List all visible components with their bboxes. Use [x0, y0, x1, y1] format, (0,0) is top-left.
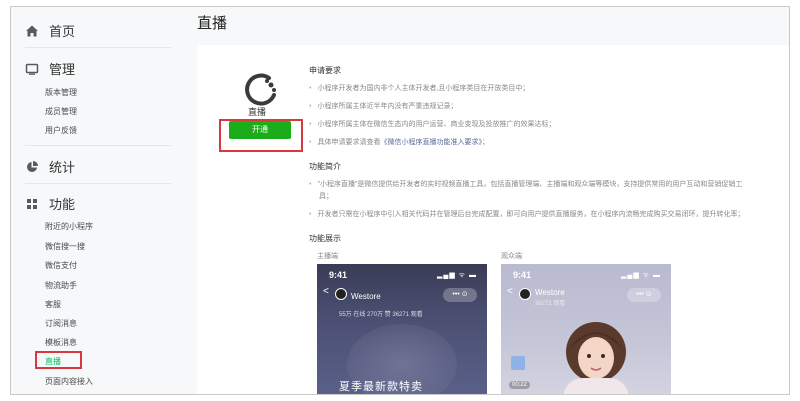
sidebar-item-home[interactable]: 首页 [25, 21, 75, 40]
requirement-item: • 具体申请要求请查看《微信小程序直播功能准入要求》； [309, 137, 489, 147]
sidebar-group-label: 管理 [49, 62, 76, 77]
status-time: 9:41 [513, 270, 532, 280]
viewer-screenshot: 9:41 ▂▄▆ ᯤ ▬ < Westore 36271 观看 ••• ⊙ 00… [501, 264, 671, 394]
bullet-icon: • [309, 85, 312, 92]
intro-item: • "小程序直播"是微信提供给开发者的实时视频直播工具，包括直播管理端、主播端和观… [309, 179, 742, 189]
requirement-item: • 小程序所属主体近半年内没有严重违规记录； [309, 101, 457, 111]
streamer-photo [563, 322, 629, 394]
back-icon: < [323, 286, 329, 297]
demo-heading: 功能展示 [309, 234, 341, 243]
sidebar: 首页 管理 版本管理 成员管理 用户反馈 统计 功能 附近的小程序 微信搜一搜 [11, 7, 181, 394]
requirement-text: ； [481, 139, 489, 146]
status-time: 9:41 [329, 270, 348, 280]
intro-heading: 功能简介 [309, 162, 341, 171]
divider [25, 183, 171, 184]
requirement-item: • 小程序所属主体在微信生态内的用户运营、商业变现及投放推广的效果达标； [309, 119, 555, 129]
sidebar-item-content[interactable]: 页面内容接入 [45, 376, 93, 387]
bullet-icon: • [309, 121, 312, 128]
status-icons: ▂▄▆ ᯤ ▬ [436, 272, 477, 279]
sidebar-item-search[interactable]: 微信搜一搜 [45, 241, 85, 252]
sidebar-group-label: 统计 [49, 160, 76, 175]
sidebar-group-manage[interactable]: 管理 [25, 59, 75, 78]
sidebar-group-stats[interactable]: 统计 [25, 157, 75, 176]
page-title: 直播 [197, 15, 228, 32]
requirements-link[interactable]: 《微信小程序直播功能准入要求》 [380, 139, 482, 146]
sidebar-item-logistics[interactable]: 物流助手 [45, 280, 77, 291]
requirement-text: 小程序所属主体近半年内没有严重违规记录； [317, 103, 458, 110]
requirement-text: 小程序开发者为国内非个人主体开发者,且小程序类目在开放类目中； [317, 85, 530, 92]
gift-timer: 00:22 [509, 381, 531, 389]
sidebar-group-label: 功能 [49, 197, 76, 212]
viewer-count: 36271 观看 [535, 301, 566, 307]
gift-icon [511, 356, 525, 370]
home-icon [25, 24, 39, 38]
bullet-icon: • [309, 139, 312, 146]
sidebar-item-service[interactable]: 客服 [45, 299, 61, 310]
sidebar-item-label: 首页 [49, 24, 76, 39]
anchor-name: Westore [535, 288, 565, 297]
sidebar-item-nearby[interactable]: 附近的小程序 [45, 221, 93, 232]
status-icons: ▂▄▆ ᯤ ▬ [620, 272, 661, 279]
sidebar-group-features[interactable]: 功能 [25, 194, 75, 213]
sidebar-item-template[interactable]: 模板消息 [45, 337, 77, 348]
sidebar-item-feedback[interactable]: 用户反馈 [45, 125, 77, 136]
bullet-icon: • [309, 181, 312, 188]
promo-banner: 夏季最新款特卖 [339, 381, 423, 393]
host-screenshot: 9:41 ▂▄▆ ᯤ ▬ < Westore ••• ⊙ 55万 在线 270万… [317, 264, 487, 394]
bullet-icon: • [309, 211, 312, 218]
requirement-item: • 小程序开发者为国内非个人主体开发者,且小程序类目在开放类目中； [309, 83, 529, 93]
avatar [335, 288, 347, 300]
sidebar-item-version[interactable]: 版本管理 [45, 87, 77, 98]
plugin-panel: 直播 开通 申请要求 • 小程序开发者为国内非个人主体开发者,且小程序类目在开放类… [197, 45, 789, 394]
requirement-text: 具体申请要求请查看 [317, 139, 381, 146]
plugin-name: 直播 [247, 107, 266, 117]
capsule-menu: ••• ⊙ [627, 288, 661, 302]
highlight-open-button [219, 119, 303, 152]
capsule-menu: ••• ⊙ [443, 288, 477, 302]
intro-text: 开发者只需在小程序中引入相关代码并在管理后台完成配置，即可向用户提供直播服务，在… [317, 211, 745, 218]
bullet-icon: • [309, 103, 312, 110]
monitor-icon [25, 62, 39, 76]
live-stats: 55万 在线 270万 赞 36271 观看 [339, 312, 423, 318]
divider [25, 145, 171, 146]
app-window: 首页 管理 版本管理 成员管理 用户反馈 统计 功能 附近的小程序 微信搜一搜 [10, 6, 790, 395]
grid-icon [25, 197, 39, 211]
requirements-heading: 申请要求 [309, 66, 341, 75]
requirement-text: 小程序所属主体在微信生态内的用户运营、商业变现及投放推广的效果达标； [317, 121, 556, 128]
viewer-label: 观众端 [501, 253, 522, 260]
intro-item: • 开发者只需在小程序中引入相关代码并在管理后台完成配置，即可向用户提供直播服务，… [309, 209, 744, 219]
sidebar-item-subscribe[interactable]: 订阅消息 [45, 318, 77, 329]
divider [25, 47, 171, 48]
intro-text-cont: 具； [319, 193, 333, 200]
anchor-name: Westore [351, 292, 381, 301]
highlight-live-menu [35, 351, 82, 369]
sidebar-item-pay[interactable]: 微信支付 [45, 260, 77, 271]
back-icon: < [507, 286, 513, 297]
intro-text: "小程序直播"是微信提供给开发者的实时视频直播工具，包括直播管理端、主播端和观众… [317, 181, 743, 188]
host-label: 主播端 [317, 253, 338, 260]
sidebar-item-members[interactable]: 成员管理 [45, 106, 77, 117]
avatar [519, 288, 531, 300]
pie-chart-icon [25, 160, 39, 174]
